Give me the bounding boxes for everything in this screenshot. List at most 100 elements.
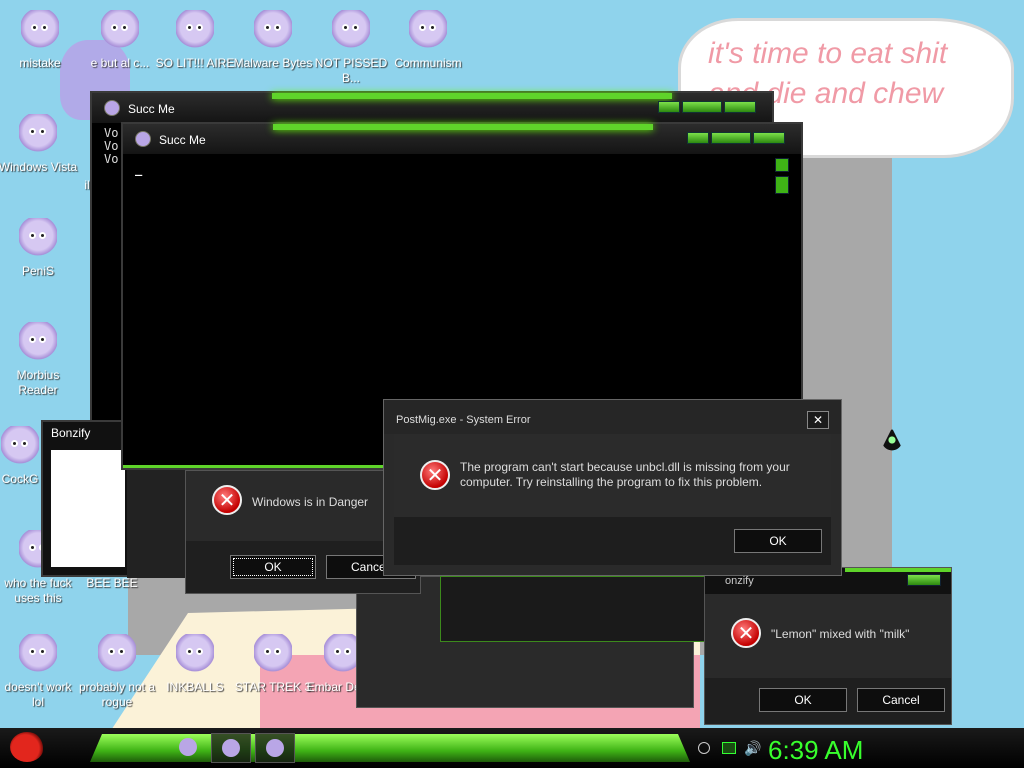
desktop-icon-label: BEE BEE [86, 576, 138, 590]
desktop-icon-2[interactable]: e but al c... [80, 10, 160, 71]
title-glow [273, 124, 653, 130]
desktop-icon-communism[interactable]: Communism [388, 10, 468, 71]
error-icon: ✕ [420, 460, 450, 490]
title-bar[interactable]: Succ Me [92, 93, 772, 123]
bonzi-icon [176, 10, 214, 54]
bonzi-icon [254, 10, 292, 54]
bonzi-icon [409, 10, 447, 54]
bonzify-content [51, 450, 125, 567]
close-button[interactable] [724, 101, 756, 113]
bonzi-icon [222, 739, 240, 757]
desktop-icon-label: doesn't work lol [4, 680, 72, 709]
desktop-icon-probably-not-rogue[interactable]: probably not a rogue [77, 634, 157, 710]
dialog-message: "Lemon" mixed with "milk" [771, 627, 910, 641]
window-controls [658, 101, 756, 113]
desktop-icon-label: INKBALLS [166, 680, 224, 694]
desktop-icon-label: mistake [19, 56, 61, 70]
bonzi-app-icon [135, 131, 151, 147]
angry-bird-icon [10, 732, 44, 762]
bonzi-icon [19, 114, 57, 158]
dialog-footer: OK [394, 517, 831, 565]
window-controls [687, 132, 785, 144]
bonzi-icon [19, 218, 57, 262]
dialog-footer: OK Cancel [705, 678, 951, 724]
title-bar[interactable]: PostMig.exe - System Error ✕ [384, 400, 841, 434]
bonzi-icon [176, 634, 214, 678]
system-error-dialog[interactable]: PostMig.exe - System Error ✕ ✕ The progr… [383, 399, 842, 576]
bonzi-icon [19, 322, 57, 366]
bonzi-icon [19, 634, 57, 678]
start-button[interactable] [8, 730, 48, 766]
close-button[interactable] [753, 132, 785, 144]
window-title: onzify [725, 575, 754, 587]
console-output: Vo Vo Vo [104, 127, 118, 166]
dialog-message: Windows is in Danger [252, 495, 369, 509]
desktop-icon-label: who the fuck uses this [4, 576, 72, 605]
title-glow [272, 93, 672, 99]
desktop-icon-label: e but al c... [90, 56, 150, 70]
window-title: Succ Me [159, 133, 206, 147]
volume-icon[interactable]: 🔊 [744, 740, 761, 757]
bonzi-icon [179, 738, 197, 756]
taskbar-button[interactable] [255, 733, 295, 763]
title-glow [845, 568, 951, 572]
minimize-button[interactable] [658, 101, 680, 113]
cancel-button[interactable]: Cancel [857, 688, 945, 712]
window-fragment [440, 576, 728, 642]
desktop-icon-label: STAR TREK 3 [234, 680, 312, 694]
desktop-icon-doesnt-work[interactable]: doesn't work lol [0, 634, 78, 710]
desktop-icon-label: Communism [394, 56, 462, 70]
desktop-icon-label: Morbius Reader [16, 368, 60, 397]
ok-button[interactable]: OK [759, 688, 847, 712]
close-button[interactable] [907, 574, 941, 586]
desktop-icon-label: SO LIT!!! AIRE [155, 56, 235, 70]
error-icon: ✕ [731, 618, 761, 648]
minimize-button[interactable] [687, 132, 709, 144]
desktop-icon-label: NOT PISSED B... [314, 56, 388, 85]
bonzi-icon [266, 739, 284, 757]
desktop-icon-mistake[interactable]: mistake [0, 10, 80, 71]
taskbar-button[interactable] [168, 733, 208, 763]
window-title: Succ Me [128, 102, 175, 116]
bonzi-icon [332, 10, 370, 54]
scroll-thumb[interactable] [775, 176, 789, 194]
desktop-icon-morbius-reader[interactable]: Morbius Reader [0, 322, 78, 398]
maximize-button[interactable] [711, 132, 751, 144]
dialog-message: The program can't start because unbcl.dl… [460, 460, 790, 489]
dialog-body: ✕ The program can't start because unbcl.… [394, 434, 831, 518]
window-title: PostMig.exe - System Error [396, 414, 531, 426]
window-fragment [127, 470, 187, 578]
bonzi-icon [254, 634, 292, 678]
ok-button[interactable]: OK [734, 529, 822, 553]
scroll-up-button[interactable] [775, 158, 789, 172]
lemon-dialog[interactable]: onzify ✕ "Lemon" mixed with "milk" OK Ca… [704, 567, 952, 725]
desktop-icon-malware-bytes[interactable]: Malware Bytes [233, 10, 313, 71]
taskbar-button[interactable] [211, 733, 251, 763]
bonzi-icon [98, 634, 136, 678]
desktop-icon-label: probably not a rogue [78, 680, 156, 709]
battery-icon[interactable] [722, 742, 736, 754]
desktop-icon-not-pissed[interactable]: NOT PISSED B... [311, 10, 391, 86]
title-bar[interactable]: Succ Me [123, 124, 801, 154]
bonzify-window[interactable]: Bonzify [41, 420, 131, 577]
power-icon[interactable] [698, 742, 710, 754]
desktop-icon-inkballs[interactable]: INKBALLS [155, 634, 235, 695]
desktop-icon-label: Malware Bytes [233, 56, 313, 70]
scrollbar[interactable] [775, 158, 789, 198]
bonzi-icon [101, 10, 139, 54]
close-button[interactable]: ✕ [807, 411, 829, 429]
desktop-icon-windows-vista[interactable]: Windows Vista [0, 114, 78, 175]
bonzi-app-icon [104, 100, 120, 116]
taskbar-clock[interactable]: 6:39 AM [768, 735, 863, 766]
console-cursor: _ [135, 162, 143, 176]
desktop-icon-label: Windows Vista [0, 160, 78, 174]
maximize-button[interactable] [682, 101, 722, 113]
desktop-icon-penis[interactable]: PeniS [0, 218, 78, 279]
window-title: Bonzify [51, 426, 91, 440]
speech-line-1: it's time to eat shit [708, 37, 948, 70]
desktop-icon-so-lit[interactable]: SO LIT!!! AIRE [155, 10, 235, 71]
bonzi-icon [21, 10, 59, 54]
ok-button[interactable]: OK [230, 555, 316, 579]
error-icon: ✕ [212, 485, 242, 515]
desktop-icon-star-trek[interactable]: STAR TREK 3 [233, 634, 313, 695]
